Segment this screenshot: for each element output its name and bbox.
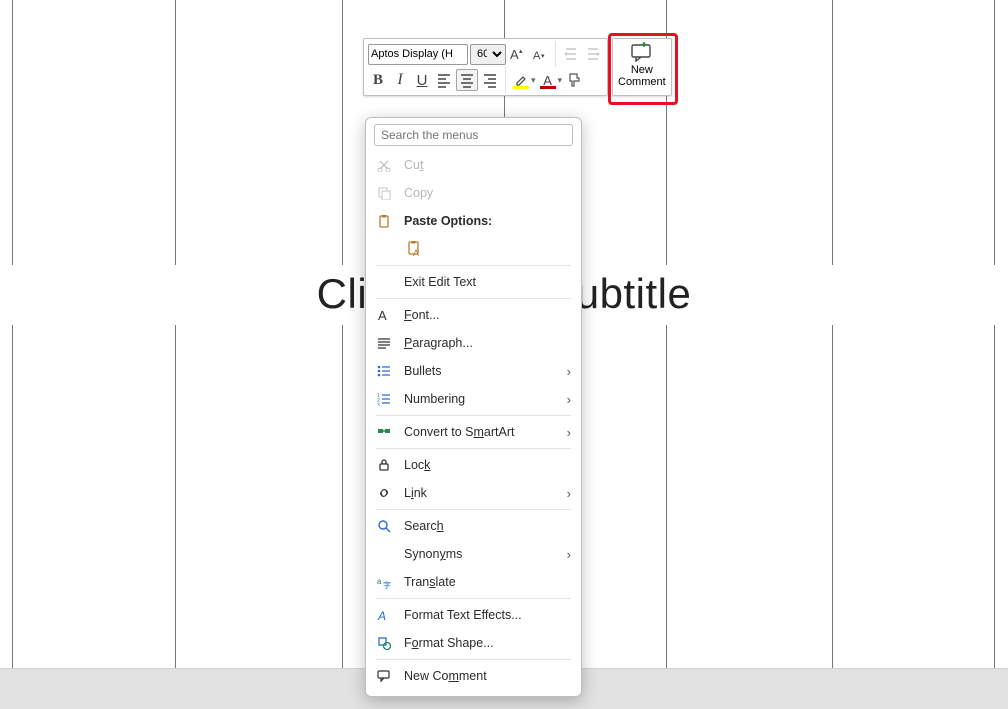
mini-toolbar: 60 A▴ A▾ B I U [363, 38, 672, 96]
svg-text:▴: ▴ [519, 48, 523, 55]
highlight-dropdown-icon[interactable]: ▾ [531, 75, 536, 86]
font-size-combo[interactable]: 60 [470, 44, 506, 65]
italic-button[interactable]: I [390, 70, 410, 90]
menu-search[interactable]: Search [366, 512, 581, 540]
menu-link[interactable]: Link › [366, 479, 581, 507]
menu-paste-header: Paste Options: [366, 207, 581, 235]
copy-icon [376, 185, 392, 201]
align-center-button[interactable] [456, 69, 478, 91]
underline-button[interactable]: U [412, 70, 432, 90]
cut-icon [376, 157, 392, 173]
highlight-color-swatch [513, 86, 529, 89]
svg-text:A: A [510, 47, 519, 62]
svg-text:3: 3 [377, 403, 380, 406]
menu-format-text-effects[interactable]: A Format Text Effects... [366, 601, 581, 629]
svg-text:▾: ▾ [541, 53, 545, 60]
menu-paragraph[interactable]: Paragraph... [366, 329, 581, 357]
svg-text:a: a [377, 577, 382, 586]
link-icon [376, 485, 392, 501]
menu-font[interactable]: A Font... [366, 301, 581, 329]
paragraph-icon [376, 335, 392, 351]
menu-translate[interactable]: a字 Translate [366, 568, 581, 596]
menu-format-shape[interactable]: Format Shape... [366, 629, 581, 657]
align-left-button[interactable] [434, 70, 454, 90]
menu-smartart[interactable]: Convert to SmartArt › [366, 418, 581, 446]
font-color-button[interactable]: A [538, 70, 558, 90]
clipboard-icon [376, 213, 392, 229]
lock-icon [376, 457, 392, 473]
text-effects-icon: A [376, 607, 392, 623]
menu-paste-keep-text[interactable]: A [366, 235, 581, 263]
grow-font-button[interactable]: A▴ [508, 44, 528, 64]
chevron-right-icon: › [567, 425, 571, 440]
paste-keep-text-icon: A [406, 241, 422, 257]
increase-indent-button[interactable] [583, 44, 603, 64]
font-color-dropdown-icon[interactable]: ▾ [558, 75, 563, 86]
menu-lock[interactable]: Lock [366, 451, 581, 479]
format-shape-icon [376, 635, 392, 651]
bullets-icon [376, 363, 392, 379]
menu-search[interactable] [374, 124, 573, 146]
font-icon: A [376, 307, 392, 323]
chevron-right-icon: › [567, 486, 571, 501]
menu-search-input[interactable] [374, 124, 573, 146]
align-right-button[interactable] [480, 70, 500, 90]
smartart-icon [376, 424, 392, 440]
chevron-right-icon: › [567, 547, 571, 562]
menu-synonyms[interactable]: Synonyms › [366, 540, 581, 568]
translate-icon: a字 [376, 574, 392, 590]
svg-text:A: A [377, 609, 386, 622]
menu-exit-edit-text[interactable]: Exit Edit Text [366, 268, 581, 296]
menu-cut[interactable]: Cut [366, 151, 581, 179]
svg-text:A: A [413, 248, 419, 258]
comment-icon [376, 668, 392, 684]
new-comment-icon [630, 42, 654, 62]
svg-text:A: A [378, 308, 387, 322]
menu-new-comment[interactable]: New Comment [366, 662, 581, 690]
menu-copy[interactable]: Copy [366, 179, 581, 207]
context-menu: Cut Copy Paste Options: A Exit Edit Text… [365, 117, 582, 697]
font-name-combo[interactable] [368, 44, 468, 65]
search-icon [376, 518, 392, 534]
chevron-right-icon: › [567, 392, 571, 407]
menu-numbering[interactable]: 123 Numbering › [366, 385, 581, 413]
numbering-icon: 123 [376, 391, 392, 407]
highlight-color-button[interactable] [511, 70, 531, 90]
decrease-indent-button[interactable] [561, 44, 581, 64]
font-color-swatch [540, 86, 556, 89]
bold-button[interactable]: B [368, 70, 388, 90]
menu-bullets[interactable]: Bullets › [366, 357, 581, 385]
format-painter-button[interactable] [564, 70, 584, 90]
chevron-right-icon: › [567, 364, 571, 379]
shrink-font-button[interactable]: A▾ [530, 44, 550, 64]
svg-text:字: 字 [383, 580, 391, 589]
new-comment-button[interactable]: NewComment [612, 38, 672, 96]
accel-t: t [420, 158, 423, 172]
svg-text:A: A [533, 50, 541, 62]
